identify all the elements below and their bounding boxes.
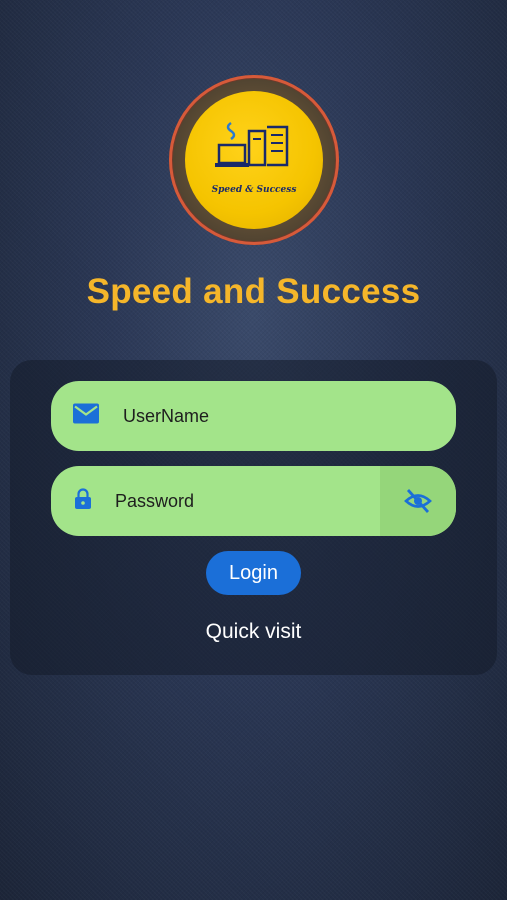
quick-visit-link[interactable]: Quick visit — [10, 620, 497, 644]
eye-off-icon — [404, 489, 432, 513]
books-laptop-icon — [215, 121, 289, 167]
username-field[interactable] — [51, 381, 456, 451]
logo-emblem: Speed & Success — [185, 91, 323, 229]
password-input[interactable] — [113, 466, 376, 536]
logo-text: Speed & Success — [211, 185, 297, 195]
app-logo: Speed & Success — [169, 75, 339, 245]
username-input[interactable] — [121, 381, 436, 451]
app-title: Speed and Success — [86, 272, 421, 311]
lock-icon — [75, 488, 91, 514]
toggle-password-visibility-button[interactable] — [380, 466, 456, 536]
login-button[interactable]: Login — [206, 551, 301, 595]
login-card: Login Quick visit — [10, 360, 497, 675]
password-field[interactable] — [51, 466, 456, 536]
mail-icon — [73, 403, 99, 429]
